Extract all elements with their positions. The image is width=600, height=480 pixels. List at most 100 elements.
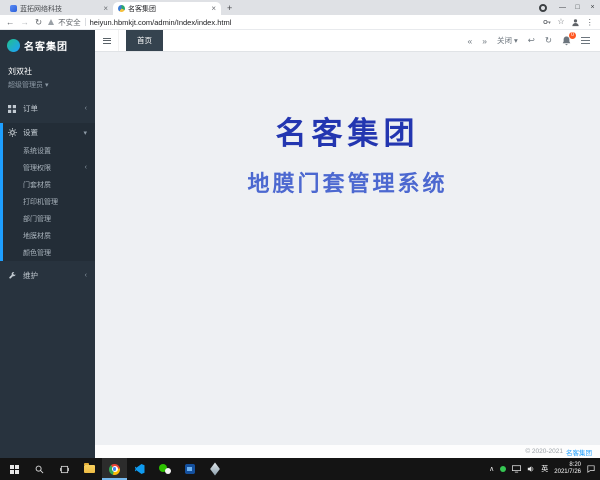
browser-tab-2[interactable]: 名客集团 ×	[113, 2, 221, 15]
task-view-button[interactable]	[52, 458, 77, 480]
browser-profile-icon[interactable]	[539, 4, 547, 12]
address-bar: ← → ↻ 不安全 heiyun.hbmkjt.com/admin/Index/…	[0, 15, 600, 30]
sidebar-logo[interactable]: 名客集团	[0, 30, 95, 60]
tab1-title: 蓝拓网络科技	[20, 4, 100, 14]
volume-icon[interactable]	[527, 465, 535, 473]
page-title: 名客集团	[276, 108, 420, 153]
chevron-left-icon: ‹	[85, 105, 87, 112]
refresh-icon[interactable]: ↻	[545, 35, 552, 46]
sidebar-item-color[interactable]: 颜色管理	[3, 244, 95, 261]
bookmark-star-icon[interactable]: ☆	[557, 18, 564, 26]
workspace: 首页 « » 关闭 ▾ ↩ ↻ 0	[95, 30, 600, 458]
omnibox[interactable]: 不安全 heiyun.hbmkjt.com/admin/Index/index.…	[48, 17, 537, 28]
list-menu-icon[interactable]	[581, 37, 590, 44]
grid-icon	[8, 105, 18, 113]
close-tabs-label: 关闭	[497, 35, 512, 46]
admin-page: 名客集团 刘双社 超级管理员 ▾ 订单 ‹	[0, 30, 600, 458]
logo-icon	[7, 39, 20, 52]
key-icon[interactable]	[543, 18, 551, 26]
sidebar-item-maintenance[interactable]: 维护 ‹	[0, 266, 95, 285]
sidebar-item-permissions[interactable]: 管理权限 ‹	[3, 159, 95, 176]
search-icon	[35, 465, 44, 474]
chevron-down-icon: ▾	[45, 81, 49, 89]
page-subtitle: 地膜门套管理系统	[247, 166, 447, 198]
tab2-title: 名客集团	[128, 4, 208, 14]
clock-date: 2021/7/26	[554, 469, 581, 476]
close-tabs-dropdown[interactable]: 关闭 ▾	[497, 35, 518, 46]
scroll-tabs-left-icon[interactable]: «	[468, 36, 473, 46]
back-icon[interactable]: ←	[6, 18, 15, 27]
browser-menu-icon[interactable]: ⋮	[586, 18, 595, 27]
copyright-text: © 2020-2021	[525, 448, 563, 455]
close-window-button[interactable]: ×	[585, 0, 600, 15]
sidebar-item-settings[interactable]: 设置 ▾	[3, 123, 95, 142]
forward-icon[interactable]: →	[21, 18, 30, 27]
hamburger-icon	[103, 38, 111, 44]
tab1-favicon	[10, 5, 17, 12]
user-role-dropdown[interactable]: 超级管理员 ▾	[8, 80, 87, 90]
company-link[interactable]: 名客集团	[566, 447, 592, 457]
submenu-label: 门套材质	[23, 180, 51, 190]
wechat-icon	[159, 464, 171, 474]
ime-indicator[interactable]: 英	[541, 464, 548, 474]
sidebar-item-film-material[interactable]: 地膜材质	[3, 227, 95, 244]
sidebar-group-settings: 设置 ▾ 系统设置 管理权限 ‹ 门套材质 打印机管理 部门管理 地膜材质 颜色管…	[0, 123, 95, 261]
omnibox-divider	[85, 18, 86, 26]
vscode-icon	[135, 464, 145, 474]
profile-avatar-icon[interactable]	[571, 18, 580, 27]
gray-app-button[interactable]	[202, 458, 227, 480]
chrome-button[interactable]	[102, 458, 127, 480]
security-label[interactable]: 不安全	[58, 17, 81, 28]
sidebar-item-label: 订单	[23, 103, 38, 114]
logo-text: 名客集团	[24, 38, 68, 53]
taskbar-search-button[interactable]	[27, 458, 52, 480]
tray-expand-icon[interactable]: ∧	[489, 466, 494, 473]
chevron-down-icon: ▾	[514, 36, 518, 45]
maximize-button[interactable]: □	[570, 0, 585, 15]
scroll-tabs-right-icon[interactable]: »	[482, 36, 487, 46]
tab-home-label: 首页	[137, 35, 152, 46]
reload-icon[interactable]: ↻	[35, 18, 42, 27]
screen: 蓝拓网络科技 × 名客集团 × + — □ × ← → ↻ 不安全 heiyun…	[0, 0, 600, 480]
chevron-down-icon: ▾	[83, 129, 87, 137]
tab2-close-icon[interactable]: ×	[211, 5, 216, 13]
wechat-tray-icon[interactable]	[500, 466, 506, 472]
start-button[interactable]	[2, 458, 27, 480]
wrench-icon	[8, 271, 18, 280]
sidebar-item-orders[interactable]: 订单 ‹	[0, 99, 95, 118]
sidebar-item-printer[interactable]: 打印机管理	[3, 193, 95, 210]
tab-home[interactable]: 首页	[126, 30, 163, 51]
chevron-left-icon: ‹	[85, 164, 87, 171]
sidebar-item-department[interactable]: 部门管理	[3, 210, 95, 227]
window-controls: — □ ×	[539, 0, 600, 15]
tab1-close-icon[interactable]: ×	[103, 5, 108, 13]
network-display-icon[interactable]	[512, 465, 521, 473]
wechat-button[interactable]	[152, 458, 177, 480]
user-block: 刘双社 超级管理员 ▾	[0, 60, 95, 99]
action-center-icon[interactable]	[587, 465, 595, 473]
sidebar: 名客集团 刘双社 超级管理员 ▾ 订单 ‹	[0, 30, 95, 458]
browser-tabstrip: 蓝拓网络科技 × 名客集团 × + — □ ×	[0, 0, 600, 15]
browser-tab-1[interactable]: 蓝拓网络科技 ×	[5, 2, 113, 15]
vscode-button[interactable]	[127, 458, 152, 480]
minimize-button[interactable]: —	[555, 0, 570, 15]
taskbar-clock[interactable]: 8:20 2021/7/26	[554, 462, 581, 476]
submenu-label: 管理权限	[23, 163, 51, 173]
submenu-label: 系统设置	[23, 146, 51, 156]
sidebar-item-system-settings[interactable]: 系统设置	[3, 142, 95, 159]
notification-bell[interactable]: 0	[562, 36, 571, 46]
sidebar-menu: 订单 ‹ 设置 ▾ 系统设置 管理权限 ‹ 门套材质	[0, 99, 95, 458]
user-name: 刘双社	[8, 66, 87, 77]
sidebar-item-label: 设置	[23, 127, 38, 138]
new-tab-button[interactable]: +	[227, 4, 232, 13]
blue-app-icon	[185, 464, 195, 474]
addressbar-actions: ☆ ⋮	[543, 18, 594, 27]
sidebar-item-door-material[interactable]: 门套材质	[3, 176, 95, 193]
submenu-label: 地膜材质	[23, 231, 51, 241]
collapse-sidebar-button[interactable]	[95, 30, 119, 51]
file-explorer-button[interactable]	[77, 458, 102, 480]
url-text[interactable]: heiyun.hbmkjt.com/admin/Index/index.html	[90, 18, 232, 27]
undo-icon[interactable]: ↩	[528, 35, 535, 46]
chevron-left-icon: ‹	[85, 272, 87, 279]
blue-app-button[interactable]	[177, 458, 202, 480]
